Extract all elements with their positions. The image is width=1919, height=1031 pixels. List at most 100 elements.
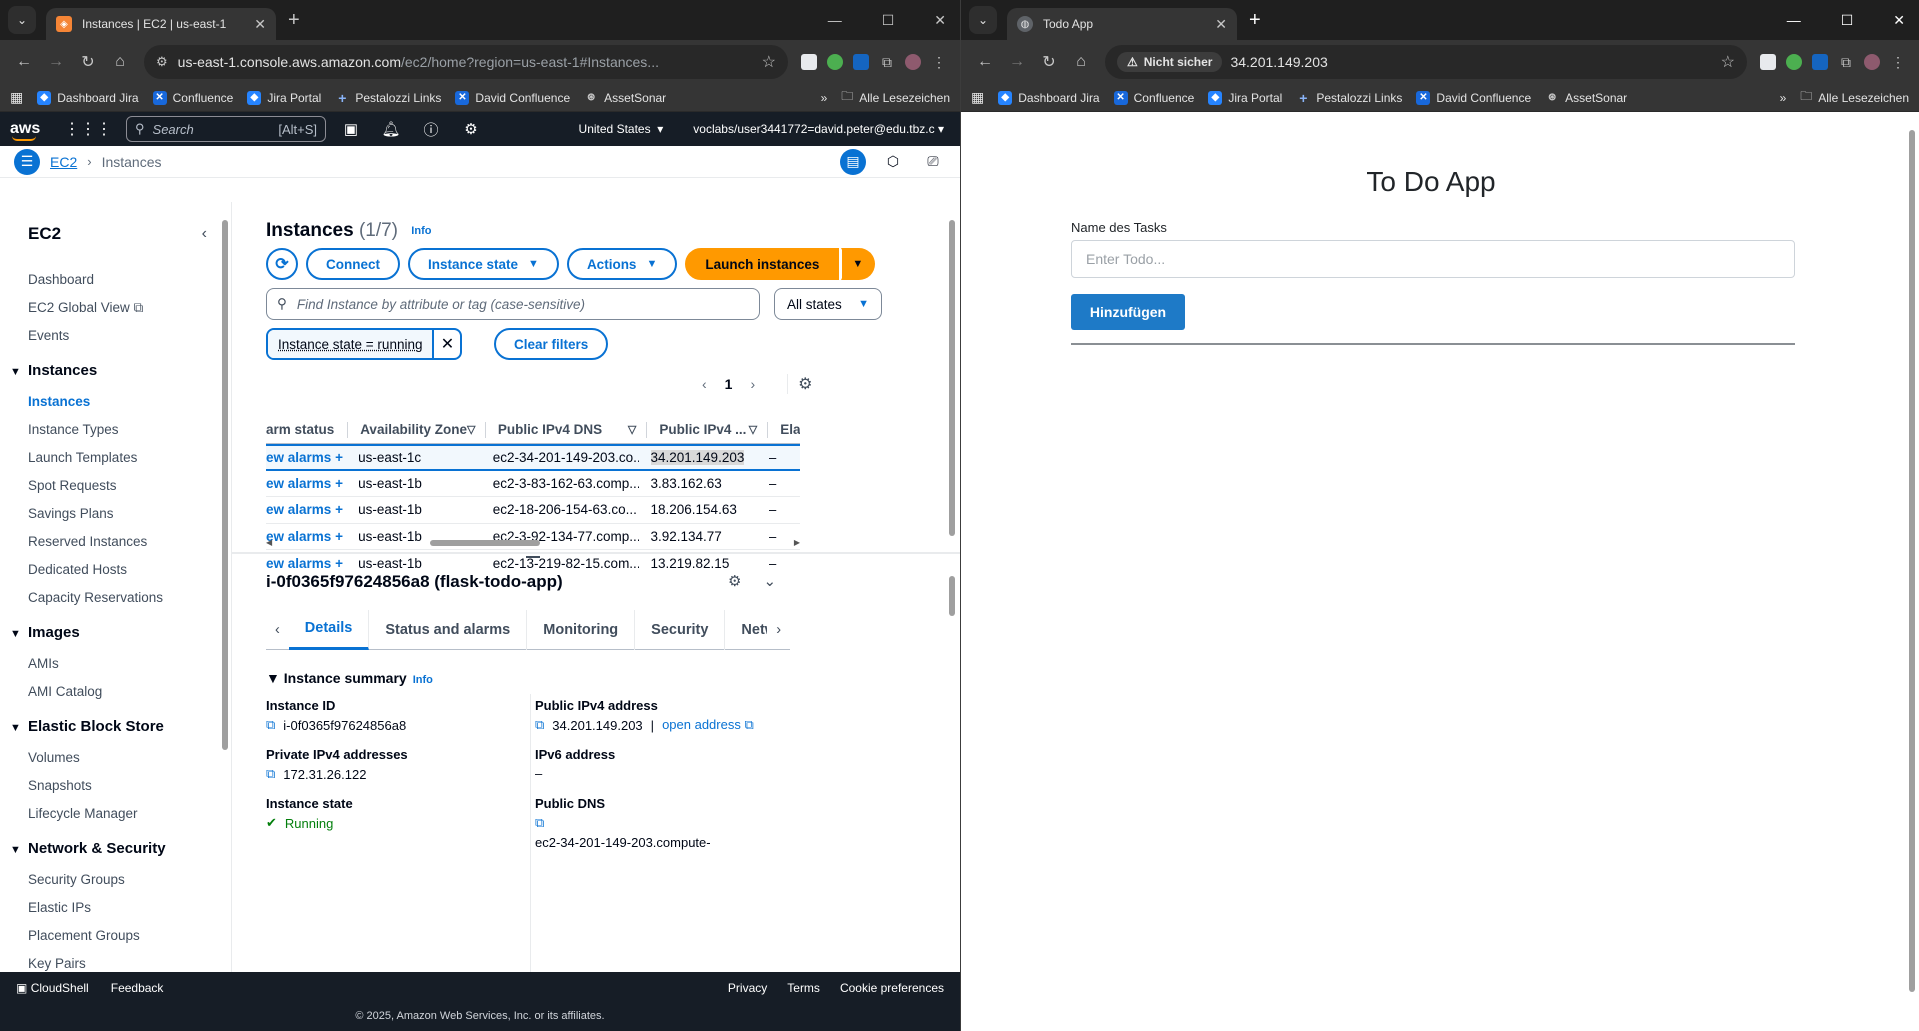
aws-logo[interactable]: aws bbox=[10, 120, 50, 141]
bookmark-jira-portal[interactable]: ◆ Jira Portal bbox=[1208, 90, 1282, 105]
sidebar-item-dashboard[interactable]: Dashboard bbox=[0, 266, 231, 294]
extension-icon-1[interactable] bbox=[1755, 49, 1781, 75]
tab-details[interactable]: Details bbox=[288, 609, 370, 650]
sidebar-item-launch-templates[interactable]: Launch Templates bbox=[0, 444, 231, 472]
help-icon[interactable]: ⓘ bbox=[416, 114, 446, 144]
close-tab-icon[interactable]: ✕ bbox=[1215, 16, 1227, 33]
sidebar-item-snapshots[interactable]: Snapshots bbox=[0, 772, 231, 800]
next-page-icon[interactable]: › bbox=[750, 376, 755, 392]
sidebar-item-savings-plans[interactable]: Savings Plans bbox=[0, 500, 231, 528]
table-vertical-scrollbar[interactable] bbox=[948, 208, 956, 546]
minimize-icon[interactable]: — bbox=[1787, 12, 1801, 28]
sidebar-item-events[interactable]: Events bbox=[0, 322, 231, 350]
summary-info-link[interactable]: Info bbox=[413, 674, 433, 686]
all-bookmarks[interactable]: 🗀 Alle Lesezeichen bbox=[841, 87, 950, 108]
profile-avatar[interactable] bbox=[900, 49, 926, 75]
refresh-button[interactable]: ⟳ bbox=[266, 248, 298, 280]
bookmark-dashboard-jira[interactable]: ◆ Dashboard Jira bbox=[37, 90, 139, 105]
not-secure-badge[interactable]: ⚠ Nicht sicher bbox=[1117, 52, 1223, 72]
bookmark-david-confluence[interactable]: ✕ David Confluence bbox=[1416, 90, 1531, 105]
feedback-icon[interactable]: ⎚ bbox=[920, 149, 946, 175]
sidebar-section-images[interactable]: ▼ Images bbox=[0, 616, 231, 650]
copy-icon[interactable]: ⧉ bbox=[266, 766, 275, 782]
sidebar-section-network[interactable]: ▼ Network & Security bbox=[0, 832, 231, 866]
notifications-bell-icon[interactable]: 🔔︎ bbox=[376, 114, 406, 144]
sidebar-item-elastic-ips[interactable]: Elastic IPs bbox=[0, 894, 231, 922]
back-icon[interactable]: ← bbox=[8, 46, 40, 78]
breadcrumb-ec2[interactable]: EC2 bbox=[50, 154, 77, 170]
extension-icon-1[interactable] bbox=[796, 49, 822, 75]
sidebar-item-volumes[interactable]: Volumes bbox=[0, 744, 231, 772]
extension-icon-3[interactable] bbox=[848, 49, 874, 75]
sidebar-section-ebs[interactable]: ▼ Elastic Block Store bbox=[0, 710, 231, 744]
bookmark-assetsonar[interactable]: ⊛ AssetSonar bbox=[584, 91, 666, 105]
all-bookmarks[interactable]: 🗀 Alle Lesezeichen bbox=[1800, 87, 1909, 108]
tab-search-icon[interactable]: ⌄ bbox=[8, 6, 36, 34]
col-public-ip[interactable]: Public IPv4 ... ▽ bbox=[659, 421, 769, 438]
remove-filter-icon[interactable]: ✕ bbox=[432, 330, 460, 358]
sidebar-scrollbar[interactable] bbox=[221, 202, 229, 972]
extensions-puzzle-icon[interactable]: ⧉ bbox=[1833, 49, 1859, 75]
close-window-icon[interactable]: ✕ bbox=[934, 12, 946, 29]
bookmark-assetsonar[interactable]: ⊛ AssetSonar bbox=[1545, 91, 1627, 105]
tab-search-icon[interactable]: ⌄ bbox=[969, 6, 997, 34]
view-alarms-link[interactable]: ew alarms + bbox=[266, 450, 346, 465]
bookmark-star-icon[interactable]: ☆ bbox=[762, 52, 776, 72]
terms-link[interactable]: Terms bbox=[787, 981, 820, 995]
connect-button[interactable]: Connect bbox=[306, 248, 400, 280]
prev-page-icon[interactable]: ‹ bbox=[702, 376, 707, 392]
sidebar-item-security-groups[interactable]: Security Groups bbox=[0, 866, 231, 894]
browser-menu-icon[interactable]: ⋮ bbox=[1885, 49, 1911, 75]
address-bar[interactable]: ⚠ Nicht sicher 34.201.149.203 ☆ bbox=[1105, 45, 1747, 79]
account-menu[interactable]: voclabs/user3441772=david.peter@edu.tbz.… bbox=[693, 122, 944, 136]
hamburger-menu-icon[interactable]: ☰ bbox=[14, 148, 40, 175]
bookmark-dashboard-jira[interactable]: ◆ Dashboard Jira bbox=[998, 90, 1100, 105]
settings-gear-icon[interactable]: ⚙ bbox=[456, 114, 486, 144]
launch-instances-button[interactable]: Launch instances bbox=[685, 248, 840, 280]
sidebar-item-spot-requests[interactable]: Spot Requests bbox=[0, 472, 231, 500]
bookmark-star-icon[interactable]: ☆ bbox=[1721, 52, 1735, 72]
collapse-panel-icon[interactable]: ⌄ bbox=[763, 572, 776, 590]
tabs-scroll-left-icon[interactable]: ‹ bbox=[266, 622, 289, 638]
site-info-icon[interactable]: ⚙ bbox=[156, 54, 168, 70]
region-selector[interactable]: United States ▾ bbox=[579, 122, 664, 136]
tab-monitoring[interactable]: Monitoring bbox=[527, 609, 636, 650]
open-address-link[interactable]: open address ⧉ bbox=[662, 717, 754, 733]
feedback-link[interactable]: Feedback bbox=[111, 981, 164, 995]
launch-dropdown-button[interactable]: ▼ bbox=[841, 248, 876, 280]
shield-icon[interactable]: ⬡ bbox=[880, 149, 906, 175]
cookie-preferences-link[interactable]: Cookie preferences bbox=[840, 981, 944, 995]
browser-tab-todo[interactable]: ◍ Todo App ✕ bbox=[1007, 8, 1237, 40]
sidebar-item-instances[interactable]: Instances bbox=[0, 388, 231, 416]
close-tab-icon[interactable]: ✕ bbox=[254, 16, 266, 33]
more-bookmarks[interactable]: » bbox=[1780, 91, 1787, 105]
apps-grid-icon[interactable]: ▦ bbox=[10, 89, 23, 106]
todo-input[interactable] bbox=[1071, 240, 1795, 278]
page-number[interactable]: 1 bbox=[725, 376, 733, 392]
services-grid-icon[interactable]: ⋮⋮⋮ bbox=[64, 119, 112, 139]
close-window-icon[interactable]: ✕ bbox=[1893, 12, 1905, 29]
sidebar-item-instance-types[interactable]: Instance Types bbox=[0, 416, 231, 444]
collapse-sidebar-icon[interactable]: ‹ bbox=[202, 225, 207, 243]
info-link[interactable]: Info bbox=[411, 225, 431, 237]
sidebar-item-global-view[interactable]: EC2 Global View ⧉ bbox=[0, 294, 231, 322]
instance-state-button[interactable]: Instance state ▼ bbox=[408, 248, 559, 280]
states-filter-select[interactable]: All states ▼ bbox=[774, 288, 882, 320]
info-panel-icon[interactable]: ▤ bbox=[840, 148, 866, 175]
bookmark-pestalozzi[interactable]: + Pestalozzi Links bbox=[335, 90, 441, 106]
minimize-icon[interactable]: — bbox=[828, 12, 842, 28]
maximize-icon[interactable]: ☐ bbox=[1841, 12, 1854, 29]
tab-networking[interactable]: Netwo bbox=[725, 610, 767, 650]
table-row[interactable]: ew alarms + us-east-1c ec2-34-201-149-20… bbox=[266, 444, 800, 471]
back-icon[interactable]: ← bbox=[969, 46, 1001, 78]
privacy-link[interactable]: Privacy bbox=[728, 981, 767, 995]
col-availability-zone[interactable]: Availability Zone ▽ bbox=[360, 421, 486, 438]
cloudshell-icon[interactable]: ▣ bbox=[336, 114, 366, 144]
bookmark-david-confluence[interactable]: ✕ David Confluence bbox=[455, 90, 570, 105]
tabs-scroll-right-icon[interactable]: › bbox=[767, 622, 790, 638]
tab-security[interactable]: Security bbox=[635, 609, 726, 650]
apps-grid-icon[interactable]: ▦ bbox=[971, 89, 984, 106]
find-instance-input[interactable]: ⚲ Find Instance by attribute or tag (cas… bbox=[266, 288, 760, 320]
bookmark-jira-portal[interactable]: ◆ Jira Portal bbox=[247, 90, 321, 105]
table-row[interactable]: ew alarms + us-east-1b ec2-18-206-154-63… bbox=[266, 497, 800, 524]
